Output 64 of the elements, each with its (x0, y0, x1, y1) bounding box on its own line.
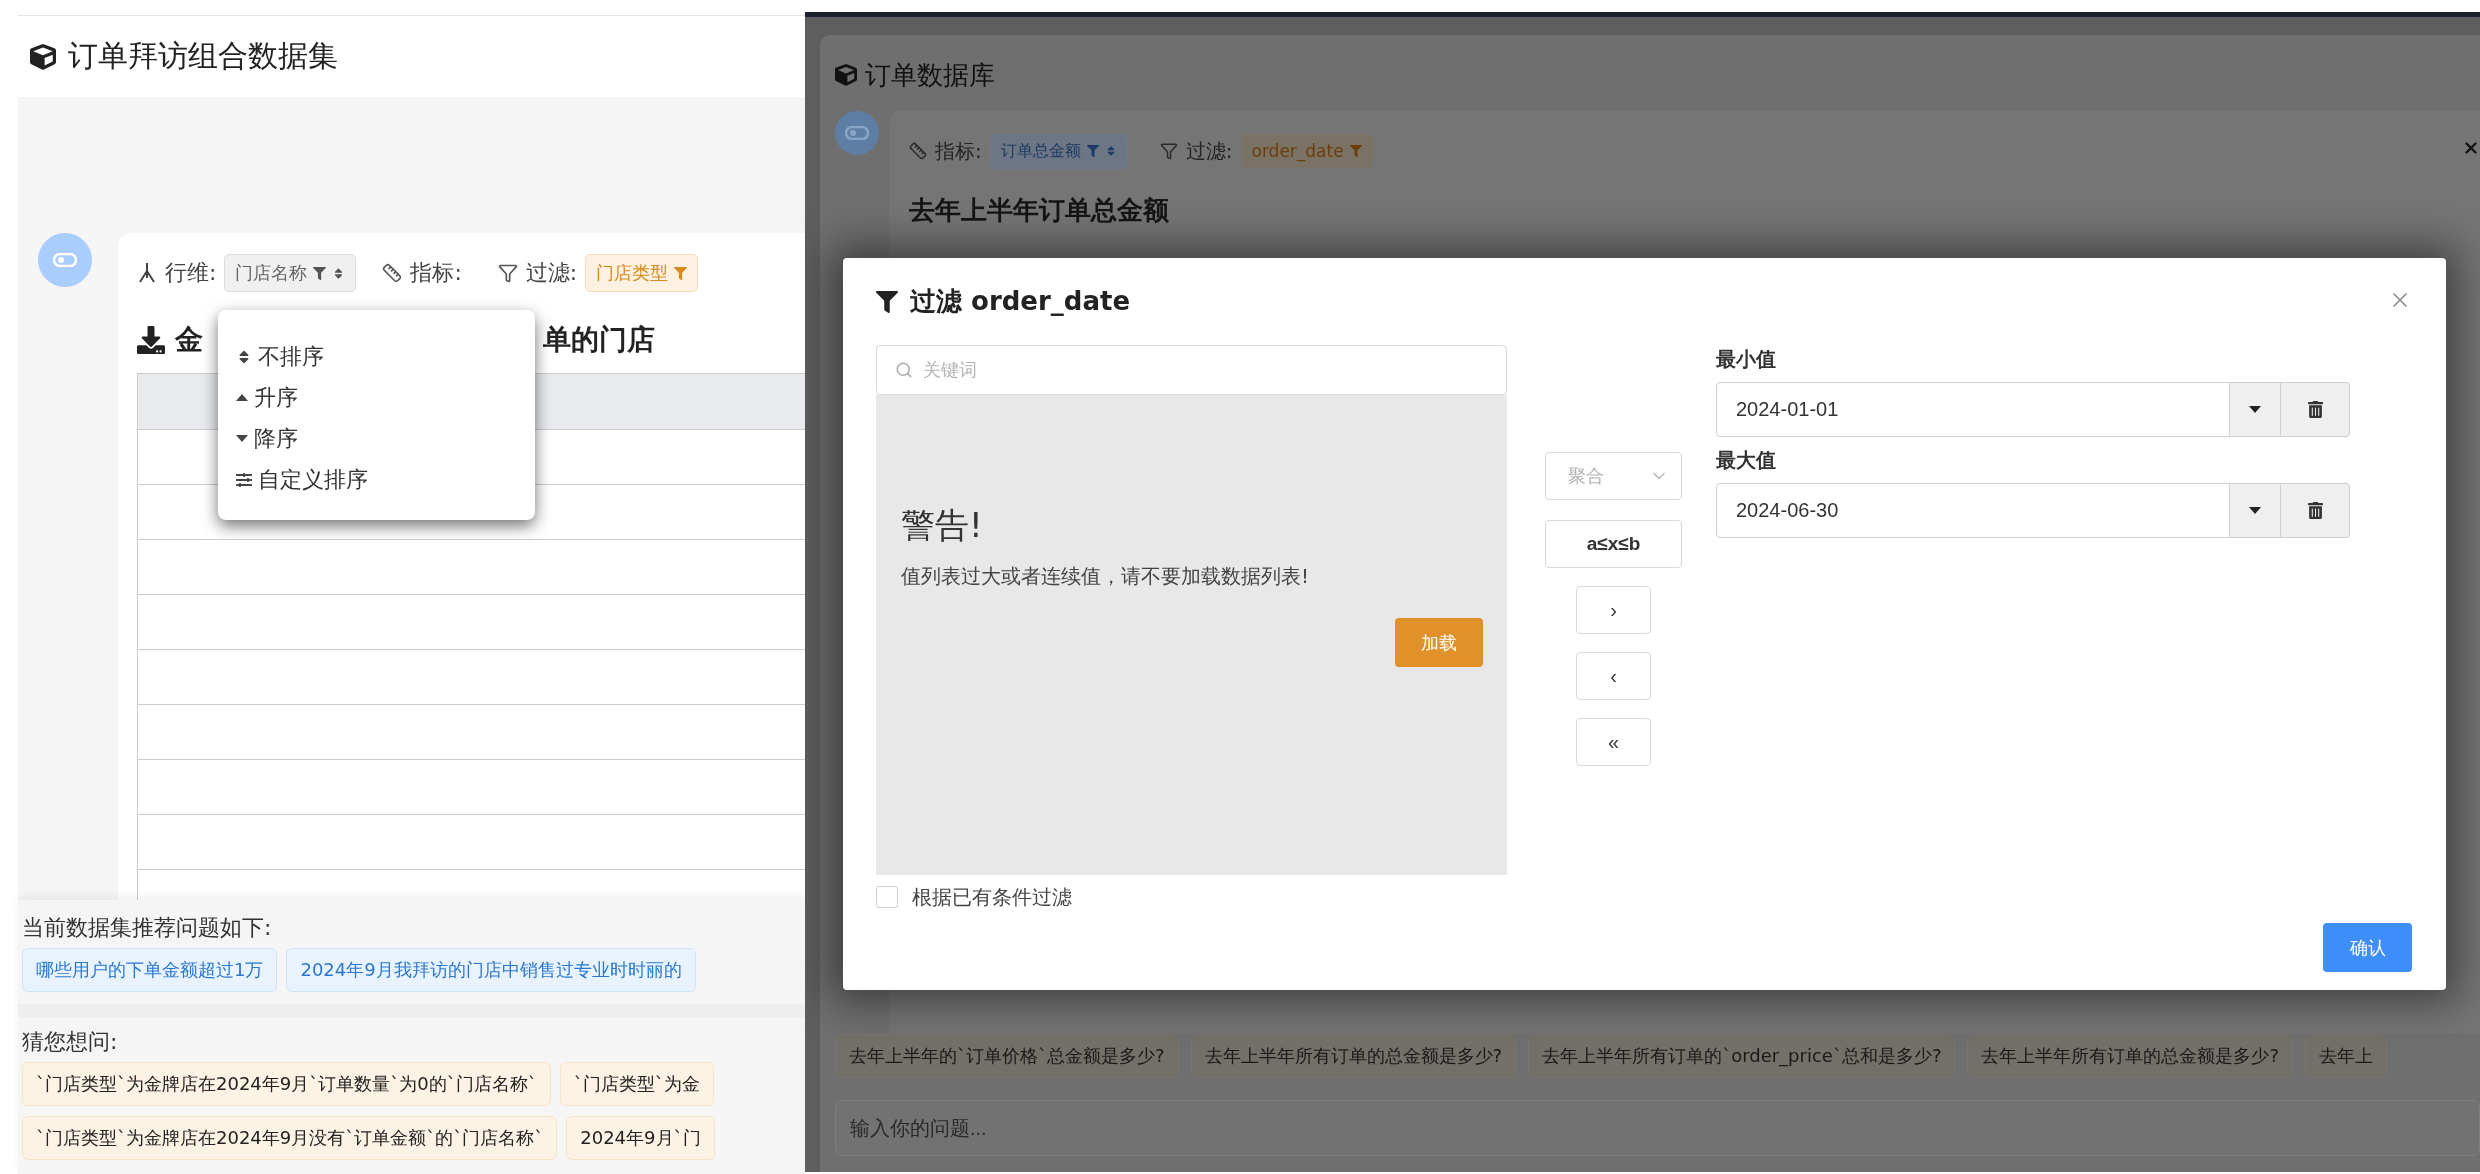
question-chip[interactable]: `门店类型`为金 (559, 1062, 714, 1106)
dimension-chip[interactable]: 门店名称 (224, 254, 357, 292)
question-chip[interactable]: 哪些用户的下单金额超过1万 (22, 948, 278, 992)
sort-up-icon (236, 394, 248, 401)
date-input[interactable]: 2024-01-01 (1716, 382, 2230, 437)
trash-icon (2306, 502, 2324, 519)
ruler-icon (909, 142, 927, 160)
filter-icon (1159, 142, 1178, 160)
section-title: 当前数据集推荐问题如下: (22, 914, 273, 942)
sort-option[interactable]: 不排序 (230, 336, 535, 377)
sort-option[interactable]: 自定义排序 (230, 459, 535, 500)
filter-icon (1086, 145, 1099, 157)
answer-heading: 单的门店 (543, 322, 655, 358)
warning-title: 警告! (901, 504, 984, 547)
search-icon (895, 361, 913, 379)
cube-icon (30, 43, 56, 70)
search-field[interactable]: 关键词 (876, 345, 1507, 395)
section-title: 猜您想问: (22, 1028, 119, 1056)
row-dimension-label: 行维: (165, 259, 217, 287)
toggle-icon (53, 253, 77, 267)
move-button[interactable]: « (1576, 718, 1651, 766)
filter-icon (313, 266, 327, 280)
delete-button[interactable] (2281, 382, 2350, 437)
answer-heading: 金 (175, 322, 203, 358)
checkbox-label: 根据已有条件过滤 (912, 883, 1072, 911)
answer-heading: 去年上半年订单总金额 (909, 194, 1170, 227)
dataset-title: 订单拜访组合数据集 (68, 37, 338, 75)
question-input[interactable]: 输入你的问题... (835, 1100, 2480, 1156)
trash-icon (2306, 401, 2324, 418)
field-label: 最大值 (1716, 447, 1777, 474)
question-chip[interactable]: 2024年9月`门 (566, 1116, 715, 1160)
checkbox[interactable] (876, 886, 898, 908)
dialog-title: 过滤 order_date (910, 285, 1131, 318)
field-label: 最小值 (1716, 346, 1777, 373)
dataset-title: 订单数据库 (865, 58, 995, 92)
download-icon[interactable] (137, 326, 165, 354)
metric-label: 指标: (935, 137, 982, 165)
range-button[interactable]: a≤x≤b (1545, 520, 1682, 568)
sliders-icon (236, 471, 252, 488)
date-input[interactable]: 2024-06-30 (1716, 483, 2230, 538)
move-button[interactable]: › (1576, 586, 1651, 634)
question-chip[interactable]: `门店类型`为金牌店在2024年9月没有`订单金额`的`门店名称` (22, 1116, 558, 1160)
cube-icon (835, 64, 857, 86)
close-icon[interactable] (2462, 139, 2480, 157)
filter-icon (674, 266, 688, 280)
caret-down-icon (2249, 406, 2261, 413)
filter-label: 过滤: (1185, 137, 1233, 165)
filter-icon (497, 263, 518, 283)
sort-down-icon (236, 435, 248, 442)
filter-label: 过滤: (525, 259, 578, 287)
caret-down-icon (2249, 507, 2261, 514)
question-chip[interactable]: 2024年9月我拜访的门店中销售过专业时时丽的 (286, 948, 696, 992)
filter-icon (1349, 145, 1362, 157)
toggle-icon (845, 126, 869, 140)
delete-button[interactable] (2281, 483, 2350, 538)
warning-text: 值列表过大或者连续值，请不要加载数据列表! (901, 563, 1311, 590)
ruler-icon (382, 263, 403, 283)
question-chip[interactable]: `门店类型`为金牌店在2024年9月`订单数量`为0的`门店名称` (22, 1062, 551, 1106)
search-input[interactable]: 关键词 (921, 358, 1488, 382)
move-button[interactable]: ‹ (1576, 652, 1651, 700)
fork-icon (137, 262, 157, 284)
metric-label: 指标: (410, 259, 462, 287)
sort-option[interactable]: 降序 (230, 418, 535, 459)
filter-icon (876, 290, 898, 313)
